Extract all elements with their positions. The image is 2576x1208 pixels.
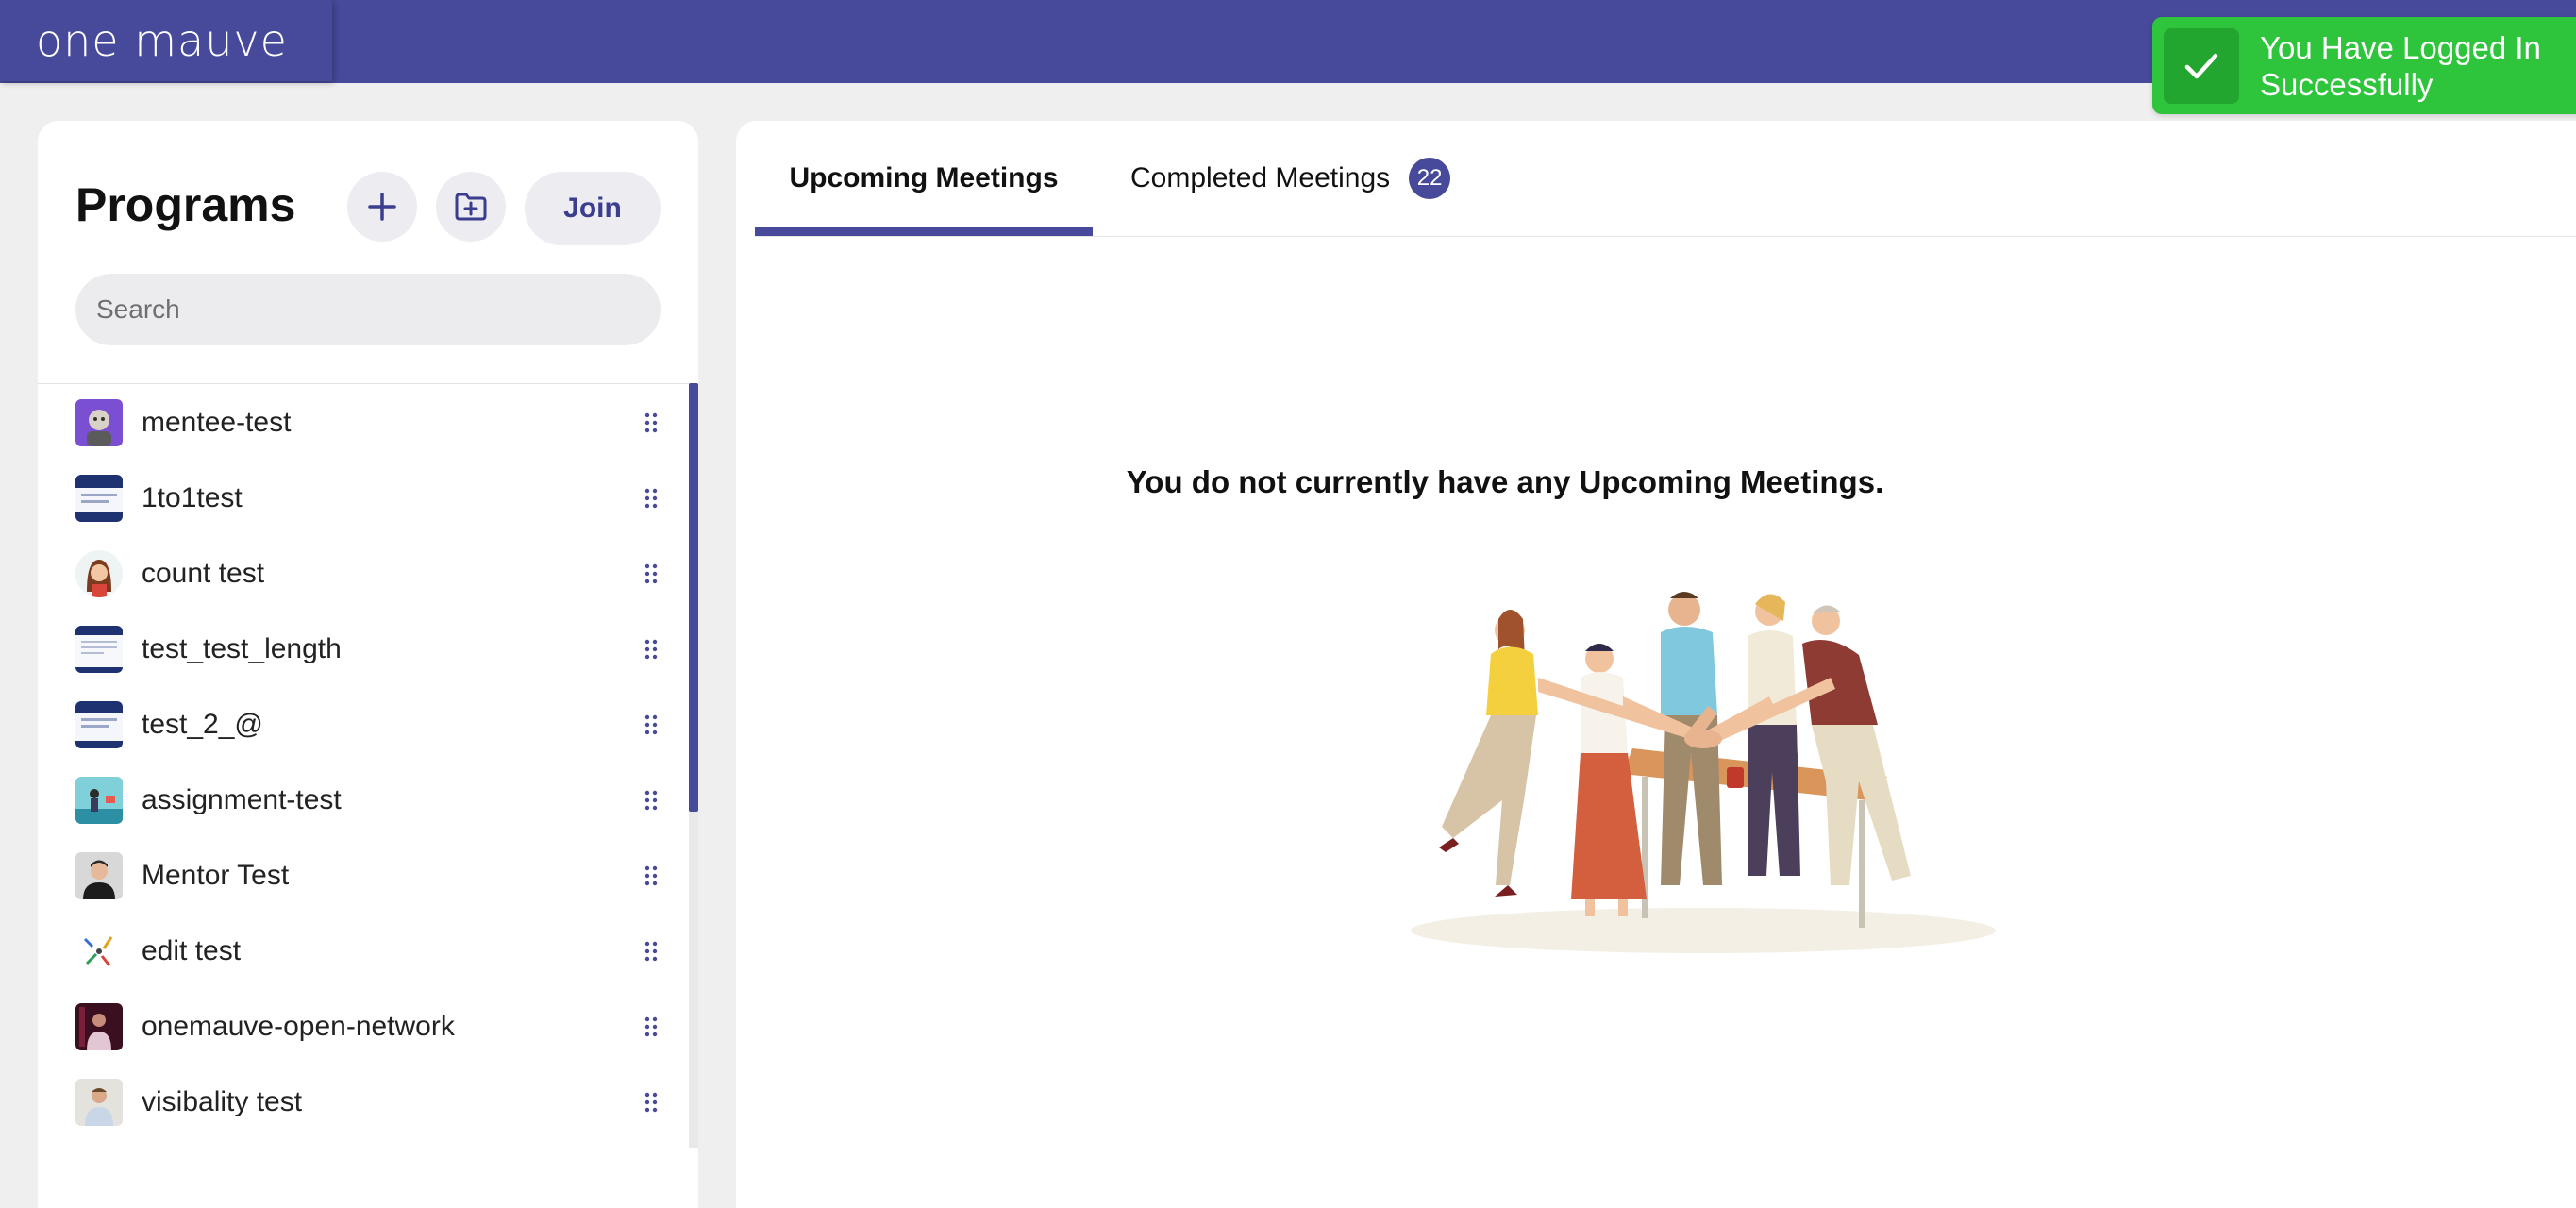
plus-icon — [368, 193, 396, 221]
program-name: assignment-test — [142, 784, 342, 815]
success-toast[interactable]: You Have Logged In Successfully — [2152, 17, 2576, 114]
add-folder-button[interactable] — [436, 172, 506, 242]
program-item[interactable]: onemauve-open-network — [38, 989, 698, 1065]
program-name: test_2_@ — [142, 709, 263, 740]
team-hands-illustration — [1411, 592, 1996, 953]
drag-handle-icon[interactable] — [644, 940, 659, 963]
tab-label: Completed Meetings — [1130, 162, 1391, 193]
drag-handle-icon[interactable] — [644, 1015, 659, 1038]
drag-handle-icon[interactable] — [644, 487, 659, 510]
program-name: count test — [142, 558, 265, 589]
program-name: 1to1test — [142, 482, 243, 513]
program-item[interactable]: visibality test — [38, 1065, 698, 1140]
program-item[interactable]: 1to1test — [38, 461, 698, 536]
drag-handle-icon[interactable] — [644, 638, 659, 661]
program-item[interactable]: Mentor Test — [38, 838, 698, 914]
program-list: mentee-test 1to1test count test test_tes… — [38, 385, 698, 1140]
program-name: Mentor Test — [142, 860, 290, 891]
program-avatar — [75, 399, 123, 446]
program-name: mentee-test — [142, 407, 292, 438]
drag-handle-icon[interactable] — [644, 789, 659, 812]
program-item[interactable]: mentee-test — [38, 385, 698, 461]
drag-handle-icon[interactable] — [644, 864, 659, 887]
tab-upcoming-meetings[interactable]: Upcoming Meetings — [755, 121, 1093, 236]
program-name: onemauve-open-network — [142, 1011, 455, 1042]
program-item[interactable]: count test — [38, 536, 698, 612]
program-avatar — [75, 1003, 123, 1050]
logo[interactable]: one mauve — [0, 0, 332, 81]
program-avatar — [75, 928, 123, 975]
drag-handle-icon[interactable] — [644, 1091, 659, 1114]
count-badge: 22 — [1409, 158, 1451, 199]
program-avatar — [75, 777, 123, 824]
tabs-divider — [755, 236, 2576, 237]
program-item[interactable]: edit test — [38, 914, 698, 989]
program-avatar — [75, 626, 123, 673]
add-program-button[interactable] — [347, 172, 417, 242]
program-item[interactable]: assignment-test — [38, 763, 698, 838]
program-avatar — [75, 1079, 123, 1126]
program-avatar — [75, 852, 123, 899]
meetings-panel: Upcoming Meetings Completed Meetings 22 … — [736, 121, 2576, 1208]
toast-message: You Have Logged In Successfully — [2260, 29, 2541, 102]
program-name: visibality test — [142, 1086, 303, 1117]
folder-plus-icon — [455, 193, 487, 221]
programs-panel: Programs Join mentee-test 1to1test — [38, 121, 698, 1208]
search-input[interactable] — [75, 274, 661, 345]
check-icon — [2164, 27, 2239, 104]
program-name: test_test_length — [142, 633, 342, 664]
program-item[interactable]: test_2_@ — [38, 687, 698, 763]
tab-completed-meetings[interactable]: Completed Meetings 22 — [1130, 121, 1451, 236]
scrollbar-thumb[interactable] — [689, 383, 698, 812]
empty-state-message: You do not currently have any Upcoming M… — [1126, 464, 1884, 499]
drag-handle-icon[interactable] — [644, 411, 659, 434]
program-item[interactable]: test_test_length — [38, 612, 698, 687]
program-avatar — [75, 475, 123, 522]
drag-handle-icon[interactable] — [644, 562, 659, 585]
program-avatar — [75, 701, 123, 748]
join-button[interactable]: Join — [525, 172, 661, 245]
programs-title: Programs — [75, 178, 296, 231]
tab-label: Upcoming Meetings — [789, 162, 1059, 193]
logo-text: one mauve — [36, 15, 288, 66]
active-tab-indicator — [755, 226, 1093, 236]
divider — [38, 383, 698, 384]
program-name: edit test — [142, 935, 242, 966]
drag-handle-icon[interactable] — [644, 713, 659, 736]
program-avatar — [75, 550, 123, 597]
